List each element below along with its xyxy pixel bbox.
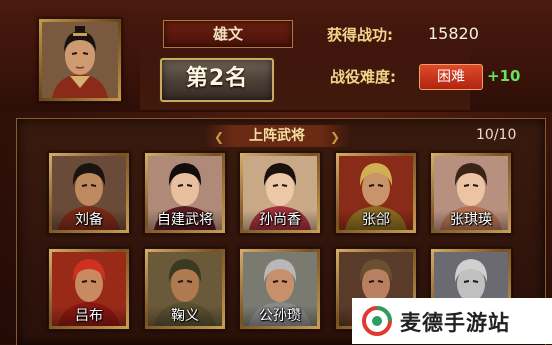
general-card[interactable]: 孙尚香 [239, 152, 321, 234]
difficulty-bonus: +10 [487, 67, 521, 85]
general-portrait-icon: 公孙瓒 [243, 252, 317, 326]
general-card[interactable]: 自建武将 [144, 152, 226, 234]
general-card[interactable]: 鞠义 [144, 248, 226, 330]
general-card[interactable]: 刘备 [48, 152, 130, 234]
general-portrait-icon: 孙尚香 [243, 156, 317, 230]
lineup-count: 10/10 [476, 127, 517, 143]
ornament-right-icon: ❯ [330, 130, 341, 144]
watermark-text: 麦德手游站 [400, 311, 510, 335]
general-name: 刘备 [52, 210, 126, 230]
general-portrait-icon: 张琪瑛 [434, 156, 508, 230]
ornament-left-icon: ❮ [214, 130, 225, 144]
general-card[interactable]: 吕布 [48, 248, 130, 330]
general-card[interactable]: 张琪瑛 [430, 152, 512, 234]
general-card[interactable]: 张郃 [335, 152, 417, 234]
player-portrait[interactable] [38, 18, 122, 102]
general-name: 鞠义 [148, 306, 222, 326]
player-name: 雄文 [163, 20, 293, 48]
general-name: 自建武将 [148, 210, 222, 230]
lineup-title: 上阵武将 [204, 125, 350, 147]
general-card[interactable]: 公孙瓒 [239, 248, 321, 330]
general-name: 公孙瓒 [243, 306, 317, 326]
commander-portrait-icon [42, 22, 118, 98]
rank-badge: 第2名 [160, 58, 274, 102]
general-name: 张琪瑛 [434, 210, 508, 230]
watermark: 麦德手游站 [352, 298, 552, 344]
general-portrait-icon: 张郃 [339, 156, 413, 230]
difficulty-badge: 困难 [419, 64, 483, 90]
difficulty-label: 战役难度: [330, 68, 396, 86]
general-name: 孙尚香 [243, 210, 317, 230]
merit-value: 15820 [428, 24, 479, 43]
general-name: 张郃 [339, 210, 413, 230]
mde-logo-icon [362, 306, 392, 336]
merit-label: 获得战功: [327, 26, 393, 44]
general-portrait-icon: 鞠义 [148, 252, 222, 326]
general-portrait-icon: 刘备 [52, 156, 126, 230]
general-portrait-icon: 吕布 [52, 252, 126, 326]
battle-result-screen: 雄文 第2名 获得战功: 15820 战役难度: 困难 +10 上阵武将 ❮ ❯… [0, 0, 552, 345]
general-portrait-icon: 自建武将 [148, 156, 222, 230]
general-name: 吕布 [52, 306, 126, 326]
